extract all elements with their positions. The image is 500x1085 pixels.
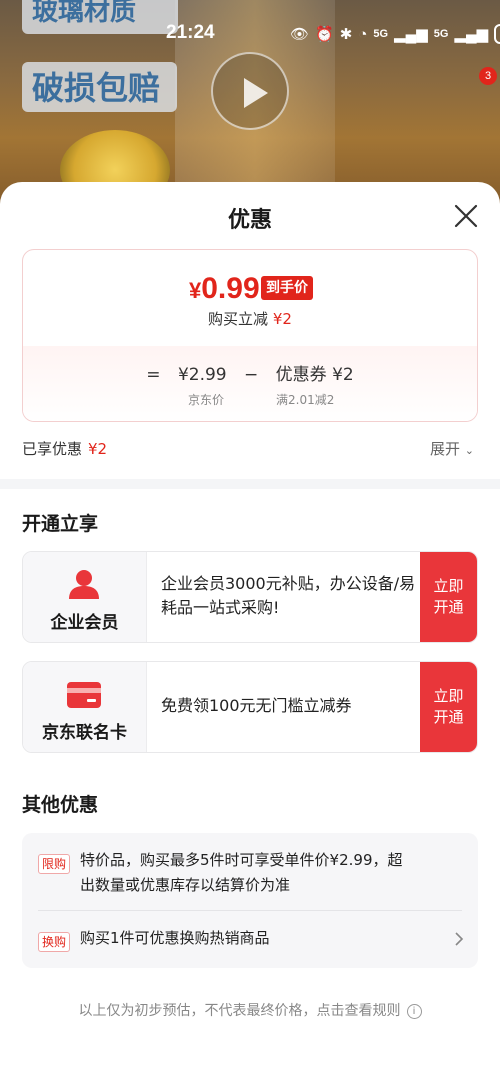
chevron-right-icon	[455, 932, 464, 946]
discount-label: 购买立减	[208, 310, 269, 328]
cta-line1: 立即	[433, 687, 464, 705]
currency-symbol: ¥	[189, 278, 202, 303]
exchange-text: 购买1件可优惠换购热销商品	[80, 929, 270, 947]
close-icon[interactable]	[452, 202, 480, 230]
exchange-tag: 换购	[38, 932, 71, 952]
jd-cobrand-card[interactable]: 京东联名卡 免费领100元无门槛立减券 立即 开通	[22, 661, 478, 753]
member-desc: 企业会员3000元补贴，办公设备/易耗品一站式采购!	[161, 574, 416, 617]
enjoyed-label: 已享优惠	[22, 440, 83, 458]
other-section-title: 其他优惠	[22, 794, 99, 816]
other-divider	[38, 910, 462, 911]
status-icons: 👁 ⏰ ✱ ◔ 5G ▂▄▆ 5G ▂▄▆ 33	[290, 24, 500, 44]
equals-sign: =	[146, 365, 161, 385]
other-discounts-box: 限购 特价品，购买最多5件时可享受单件价¥2.99，超 出数量或优惠库存以结算价…	[22, 833, 478, 968]
open-now-button[interactable]: 立即 开通	[420, 552, 477, 642]
member-left-panel: 京东联名卡	[23, 662, 147, 752]
final-price-value: 0.99	[201, 272, 260, 305]
member-desc: 免费领100元无门槛立减券	[161, 696, 352, 715]
cta-line2: 开通	[433, 708, 464, 726]
limit-tag: 限购	[38, 854, 71, 874]
wifi-icon: ◔	[358, 25, 368, 43]
enterprise-member-card[interactable]: 企业会员 企业会员3000元补贴，办公设备/易耗品一站式采购! 立即 开通	[22, 551, 478, 643]
limit-text-line1: 特价品，购买最多5件时可享受单件价¥2.99，超	[80, 851, 403, 869]
member-left-panel: 企业会员	[23, 552, 147, 642]
discount-amount: ¥2	[272, 310, 292, 328]
limit-text: 特价品，购买最多5件时可享受单件价¥2.99，超 出数量或优惠库存以结算价为准	[80, 848, 403, 898]
final-price-tag: 到手价	[261, 276, 313, 300]
person-icon	[69, 570, 99, 599]
open-now-button[interactable]: 立即 开通	[420, 662, 477, 752]
chevron-down-icon: ⌄	[464, 444, 475, 457]
jd-price-label: 京东价	[188, 393, 225, 407]
status-time: 21:24	[166, 22, 215, 43]
alarm-icon: ⏰	[315, 26, 334, 43]
member-name: 企业会员	[50, 613, 119, 633]
card-icon	[67, 682, 101, 708]
info-icon: i	[406, 1004, 422, 1019]
status-bar: 21:24 👁 ⏰ ✱ ◔ 5G ▂▄▆ 5G ▂▄▆ 33	[0, 18, 500, 52]
section-divider	[0, 479, 500, 489]
cta-line1: 立即	[433, 577, 464, 595]
signal-bars-icon-1: ▂▄▆	[394, 26, 428, 43]
notification-badge: 3	[479, 67, 497, 85]
discount-sheet: 优惠 ¥0.99 到手价 购买立减 ¥2 = ¥2.99 − 优惠券 ¥2 京东…	[0, 182, 500, 1085]
final-price: ¥0.99	[189, 272, 260, 306]
price-calculation: = ¥2.99 − 优惠券 ¥2	[23, 360, 477, 385]
coupon-rule: 满2.01减2	[276, 393, 335, 407]
enjoyed-discount: 已享优惠 ¥2	[22, 438, 107, 459]
video-play-button[interactable]	[211, 52, 289, 130]
enjoyed-amount: ¥2	[88, 440, 108, 458]
jd-price: ¥2.99	[177, 365, 227, 385]
cta-line2: 开通	[433, 598, 464, 616]
signal-icon-1: 5G	[373, 28, 389, 40]
discount-line: 购买立减 ¥2	[23, 308, 477, 329]
disclaimer-link[interactable]: 以上仅为初步预估，不代表最终价格，点击查看规则 i	[0, 1000, 500, 1020]
promo-tag-damage: 破损包赔	[22, 62, 177, 112]
signal-icon-2: 5G	[433, 28, 449, 40]
expand-label: 展开	[430, 440, 461, 458]
limit-text-line2: 出数量或优惠库存以结算价为准	[80, 876, 291, 894]
bluetooth-icon: ✱	[339, 26, 353, 43]
disclaimer-text: 以上仅为初步预估，不代表最终价格，点击查看规则	[78, 1003, 401, 1019]
battery-icon: 33	[494, 24, 500, 44]
coupon-amount: 优惠券 ¥2	[275, 365, 354, 385]
price-card: ¥0.99 到手价 购买立减 ¥2 = ¥2.99 − 优惠券 ¥2 京东价 满…	[22, 249, 478, 422]
minus-sign: −	[244, 365, 259, 385]
member-name: 京东联名卡	[42, 723, 127, 743]
expand-button[interactable]: 展开 ⌄	[430, 438, 474, 459]
eye-icon: 👁	[290, 26, 310, 43]
sheet-title: 优惠	[227, 208, 272, 233]
open-section-title: 开通立享	[22, 513, 99, 535]
signal-bars-icon-2: ▂▄▆	[454, 26, 489, 43]
